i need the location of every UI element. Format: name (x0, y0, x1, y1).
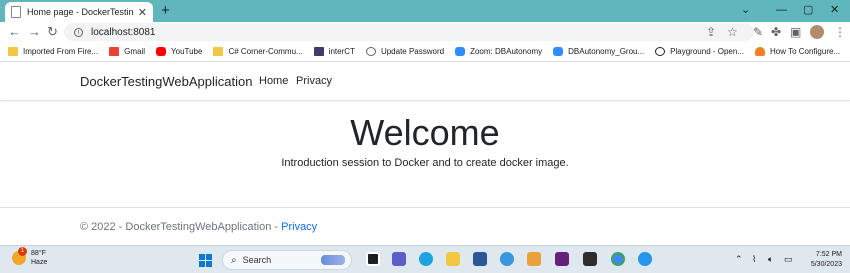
teams-chat-icon[interactable] (392, 252, 406, 266)
tab-close-icon[interactable]: ✕ (138, 6, 147, 19)
bookmark-item[interactable]: Playground - Open... (655, 47, 744, 56)
reload-icon[interactable]: ↻ (47, 24, 58, 40)
volume-icon[interactable]: 🔈︎ (768, 254, 773, 265)
windows-start-icon[interactable] (199, 254, 212, 267)
folder-icon (8, 47, 18, 56)
footer-text: © 2022 - DockerTestingWebApplication - P… (80, 221, 317, 233)
bookmark-item[interactable]: Gmail (109, 47, 145, 56)
folder-icon (213, 47, 224, 56)
back-arrow-icon[interactable]: ← (8, 24, 21, 40)
chrome-icon[interactable] (611, 252, 625, 266)
footer-copyright: © 2022 - DockerTestingWebApplication - (80, 221, 282, 233)
globe-icon (365, 47, 376, 56)
bookmark-item[interactable]: YouTube (156, 47, 202, 56)
weather-desc: Haze (31, 259, 48, 266)
profile-avatar[interactable] (810, 25, 824, 39)
tab-search-chevron-icon[interactable]: ⌄ (741, 2, 750, 18)
bookmark-item[interactable]: Imported From Fire... (8, 47, 98, 56)
intercom-icon (313, 47, 324, 56)
clock-time: 7:52 PM (815, 251, 842, 258)
word-icon[interactable] (473, 252, 487, 266)
new-tab-icon[interactable]: + (161, 2, 170, 20)
app-icon[interactable] (500, 252, 514, 266)
weather-widget[interactable]: 1 88°F Haze (12, 247, 47, 267)
file-explorer-icon[interactable] (446, 252, 460, 266)
extensions-puzzle-icon[interactable]: ✤ (771, 25, 781, 39)
site-brand-link[interactable]: DockerTestingWebApplication (80, 74, 252, 89)
network-icon[interactable]: ⌇ (752, 254, 756, 265)
site-navbar: DockerTestingWebApplication Home Privacy (0, 63, 850, 101)
terminal-icon[interactable] (583, 252, 597, 266)
minimize-icon[interactable]: — (776, 2, 787, 18)
search-highlight-icon (321, 255, 345, 265)
page-favicon-icon (11, 6, 21, 18)
search-icon: ⌕ (231, 254, 237, 266)
welcome-heading: Welcome (350, 112, 500, 153)
taskbar-search-placeholder: Search (242, 255, 272, 265)
nav-link-privacy[interactable]: Privacy (296, 75, 332, 87)
browser-tab-strip: Home page - DockerTestingWebApplication … (0, 0, 850, 22)
welcome-text: Introduction session to Docker and to cr… (281, 157, 569, 169)
edit-pen-icon[interactable]: ✎ (753, 25, 763, 39)
cloud-icon (755, 47, 765, 56)
footer-privacy-link[interactable]: Privacy (281, 221, 317, 233)
menu-kebab-icon[interactable]: ⋮ (834, 25, 846, 39)
openai-icon (655, 47, 666, 56)
nav-link-home[interactable]: Home (259, 75, 288, 87)
slack-icon[interactable] (527, 252, 541, 266)
bookmark-item[interactable]: Update Password (365, 47, 444, 56)
weather-text: 88°F Haze (31, 249, 47, 267)
web-page: DockerTestingWebApplication Home Privacy… (0, 63, 850, 245)
maximize-icon[interactable]: ▢ (803, 2, 813, 18)
site-footer: © 2022 - DockerTestingWebApplication - P… (0, 207, 850, 245)
weather-badge: 1 (18, 247, 27, 256)
bookmark-item[interactable]: interCT (313, 47, 355, 56)
welcome-section: Welcome Introduction session to Docker a… (0, 112, 850, 170)
weather-temp: 88°F (31, 250, 46, 257)
bookmarks-bar: Imported From Fire... Gmail YouTube C# C… (0, 42, 850, 62)
task-view-icon[interactable] (366, 252, 380, 266)
address-bar-url[interactable]: localhost:8081 (91, 27, 156, 38)
battery-icon[interactable]: ▭ (784, 254, 793, 265)
visual-studio-icon[interactable] (555, 252, 569, 266)
youtube-icon (156, 47, 167, 56)
bookmark-item[interactable]: C# Corner-Commu... (213, 47, 303, 56)
taskbar-clock[interactable]: 7:52 PM 5/30/2023 (800, 250, 842, 270)
bookmark-star-icon[interactable]: ☆ (727, 25, 738, 39)
docker-icon[interactable] (638, 252, 652, 266)
clock-date: 5/30/2023 (810, 261, 842, 268)
bookmark-item[interactable]: Zoom: DBAutonomy (455, 47, 542, 56)
zoom-icon (455, 47, 466, 56)
close-window-icon[interactable]: ✕ (830, 2, 839, 18)
site-info-icon[interactable]: i (74, 27, 83, 37)
bookmark-item[interactable]: DBAutonomy_Grou... (553, 47, 644, 56)
edge-icon[interactable] (419, 252, 433, 266)
tab-title: Home page - DockerTestingWebApplication (27, 7, 134, 17)
browser-tab-active[interactable]: Home page - DockerTestingWebApplication … (5, 2, 153, 22)
zoom-icon (553, 47, 564, 56)
taskbar-search-box[interactable]: ⌕ Search (222, 250, 352, 270)
side-panel-icon[interactable]: ▣ (790, 25, 801, 39)
browser-toolbar: ← → ↻ i localhost:8081 ⇪ ☆ ✎ ✤ ▣ ⋮ (0, 22, 850, 42)
tray-chevron-icon[interactable]: ⌃ (735, 254, 743, 265)
gmail-icon (109, 47, 120, 56)
weather-sun-icon: 1 (12, 247, 27, 265)
forward-arrow-icon[interactable]: → (28, 24, 41, 40)
bookmark-item[interactable]: How To Configure... (755, 47, 840, 56)
windows-taskbar: 1 88°F Haze ⌕ Search ⌃ ⌇ 🔈︎ ▭ 7:52 PM 5/… (0, 245, 850, 273)
share-icon[interactable]: ⇪ (706, 25, 716, 39)
address-bar[interactable]: i localhost:8081 (64, 23, 754, 41)
